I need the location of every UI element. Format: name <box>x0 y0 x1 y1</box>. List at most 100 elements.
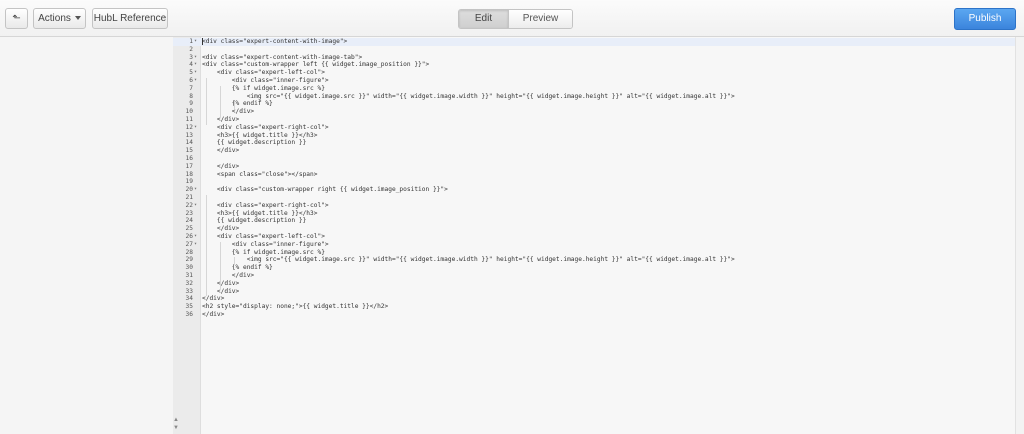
hubl-reference-button[interactable]: HubL Reference <box>92 8 168 29</box>
back-button[interactable]: ⬑ <box>5 8 28 29</box>
line-number: 21 <box>185 193 193 201</box>
code-line[interactable]: 11 </div> <box>173 116 1015 124</box>
code-text[interactable]: </div> <box>202 295 224 303</box>
scroll-up-icon[interactable]: ▲ <box>173 417 179 423</box>
code-text[interactable]: <div class="inner-figure"> <box>202 77 329 85</box>
code-text[interactable]: <div class="custom-wrapper right {{ widg… <box>202 186 448 194</box>
fold-arrow-icon[interactable]: ▾ <box>194 233 200 241</box>
code-line[interactable]: 9 {% endif %} <box>173 100 1015 108</box>
code-line[interactable]: 27 ▾ <div class="inner-figure"> <box>173 241 1015 249</box>
code-text[interactable]: <img src="{{ widget.image.src }}" width=… <box>202 256 735 264</box>
code-line[interactable]: 29 <img src="{{ widget.image.src }}" wid… <box>173 256 1015 264</box>
code-text[interactable]: <h3>{{ widget.title }}</h3> <box>202 210 318 218</box>
code-text[interactable]: <h2 style="display: none;">{{ widget.tit… <box>202 303 388 311</box>
code-text[interactable]: <div class="expert-left-col"> <box>202 233 325 241</box>
code-line[interactable]: 7 {% if widget.image.src %} <box>173 85 1015 93</box>
tab-preview[interactable]: Preview <box>509 10 572 28</box>
code-text[interactable]: </div> <box>202 311 224 319</box>
line-number: 31 <box>185 271 193 279</box>
actions-label: Actions <box>38 13 71 24</box>
code-text[interactable]: </div> <box>202 288 239 296</box>
fold-arrow-icon[interactable]: ▾ <box>194 202 200 210</box>
code-line[interactable]: 31 </div> <box>173 272 1015 280</box>
code-line[interactable]: 30 {% endif %} <box>173 264 1015 272</box>
line-number: 8 <box>189 92 193 100</box>
code-text[interactable]: <div class="expert-content-with-image"> <box>202 38 347 46</box>
code-line[interactable]: 8 <img src="{{ widget.image.src }}" widt… <box>173 93 1015 101</box>
code-line[interactable]: 16 <box>173 155 1015 163</box>
code-editor[interactable]: ▲ ▼ 1 ▾ <div class="expert-content-with-im… <box>173 37 1015 434</box>
code-line[interactable]: 12 ▾ <div class="expert-right-col"> <box>173 124 1015 132</box>
code-line[interactable]: 28 {% if widget.image.src %} <box>173 249 1015 257</box>
code-line[interactable]: 10 </div> <box>173 108 1015 116</box>
code-line[interactable]: 22 ▾ <div class="expert-right-col"> <box>173 202 1015 210</box>
fold-arrow-icon[interactable]: ▾ <box>194 241 200 249</box>
hubl-reference-label: HubL Reference <box>93 13 167 24</box>
code-line[interactable]: 21 <box>173 194 1015 202</box>
code-text[interactable]: {% endif %} <box>202 100 273 108</box>
code-text[interactable]: <div class="custom-wrapper left {{ widge… <box>202 61 429 69</box>
code-line[interactable]: 33 </div> <box>173 288 1015 296</box>
fold-arrow-icon[interactable]: ▾ <box>194 186 200 194</box>
code-text[interactable]: <div class="inner-figure"> <box>202 241 329 249</box>
code-text[interactable]: {% endif %} <box>202 264 273 272</box>
code-text[interactable]: <img src="{{ widget.image.src }}" width=… <box>202 93 735 101</box>
code-line[interactable]: 36 </div> <box>173 311 1015 319</box>
code-text[interactable]: </div> <box>202 272 254 280</box>
fold-arrow-icon[interactable]: ▾ <box>194 124 200 132</box>
line-number: 1 <box>189 38 193 45</box>
scroll-down-icon[interactable]: ▼ <box>173 425 179 431</box>
code-text[interactable]: </div> <box>202 116 239 124</box>
code-line[interactable]: 25 </div> <box>173 225 1015 233</box>
code-line[interactable]: 5 ▾ <div class="expert-left-col"> <box>173 69 1015 77</box>
code-line[interactable]: 4 ▾ <div class="custom-wrapper left {{ wid… <box>173 61 1015 69</box>
code-text[interactable]: <span class="close"></span> <box>202 171 318 179</box>
code-line[interactable]: 14 {{ widget.description }} <box>173 139 1015 147</box>
code-line[interactable]: 2 <box>173 46 1015 54</box>
publish-button[interactable]: Publish <box>954 8 1016 30</box>
code-text[interactable]: <div class="expert-right-col"> <box>202 124 329 132</box>
code-text[interactable]: <div class="expert-content-with-image-ta… <box>202 54 362 62</box>
code-line[interactable]: 24 {{ widget.description }} <box>173 217 1015 225</box>
code-line[interactable]: 6 ▾ <div class="inner-figure"> <box>173 77 1015 85</box>
code-line[interactable]: 17 </div> <box>173 163 1015 171</box>
tab-edit[interactable]: Edit <box>459 10 509 28</box>
fold-arrow-icon[interactable]: ▾ <box>194 77 200 85</box>
code-text[interactable]: <h3>{{ widget.title }}</h3> <box>202 132 318 140</box>
code-line[interactable]: 20 ▾ <div class="custom-wrapper right {{ … <box>173 186 1015 194</box>
line-number: 4 <box>189 61 193 69</box>
code-line[interactable]: 3 ▾ <div class="expert-content-with-image-… <box>173 54 1015 62</box>
code-text[interactable]: </div> <box>202 225 239 233</box>
code-text[interactable]: </div> <box>202 108 254 116</box>
code-line[interactable]: 19 <box>173 178 1015 186</box>
code-line[interactable]: 15 </div> <box>173 147 1015 155</box>
indent-guide <box>220 241 221 289</box>
fold-arrow-icon[interactable]: ▾ <box>194 61 200 69</box>
code-lines[interactable]: 1 ▾ <div class="expert-content-with-image"… <box>173 38 1015 319</box>
fold-arrow-icon[interactable]: ▾ <box>194 69 200 77</box>
fold-arrow-icon[interactable]: ▾ <box>194 38 200 46</box>
line-number: 22 <box>185 201 193 209</box>
line-number: 13 <box>185 131 193 139</box>
line-number: 28 <box>185 248 193 256</box>
code-line[interactable]: 34 </div> <box>173 295 1015 303</box>
code-line[interactable]: 13 <h3>{{ widget.title }}</h3> <box>173 132 1015 140</box>
code-line[interactable]: 1 ▾ <div class="expert-content-with-image"… <box>173 38 1015 46</box>
fold-arrow-icon[interactable]: ▾ <box>194 54 200 62</box>
vertical-scrollbar[interactable] <box>1015 37 1024 434</box>
line-number: 18 <box>185 170 193 178</box>
edit-preview-toggle: Edit Preview <box>458 9 573 29</box>
code-text[interactable]: </div> <box>202 163 239 171</box>
code-line[interactable]: 26 ▾ <div class="expert-left-col"> <box>173 233 1015 241</box>
code-line[interactable]: 23 <h3>{{ widget.title }}</h3> <box>173 210 1015 218</box>
code-text[interactable]: {{ widget.description }} <box>202 217 306 225</box>
code-text[interactable]: <div class="expert-left-col"> <box>202 69 325 77</box>
code-text[interactable]: </div> <box>202 147 239 155</box>
code-line[interactable]: 18 <span class="close"></span> <box>173 171 1015 179</box>
code-text[interactable]: <div class="expert-right-col"> <box>202 202 329 210</box>
indent-guide <box>206 195 207 297</box>
code-text[interactable]: {{ widget.description }} <box>202 139 306 147</box>
code-line[interactable]: 35 <h2 style="display: none;">{{ widget.t… <box>173 303 1015 311</box>
actions-dropdown-button[interactable]: Actions <box>33 8 86 29</box>
code-line[interactable]: 32 </div> <box>173 280 1015 288</box>
